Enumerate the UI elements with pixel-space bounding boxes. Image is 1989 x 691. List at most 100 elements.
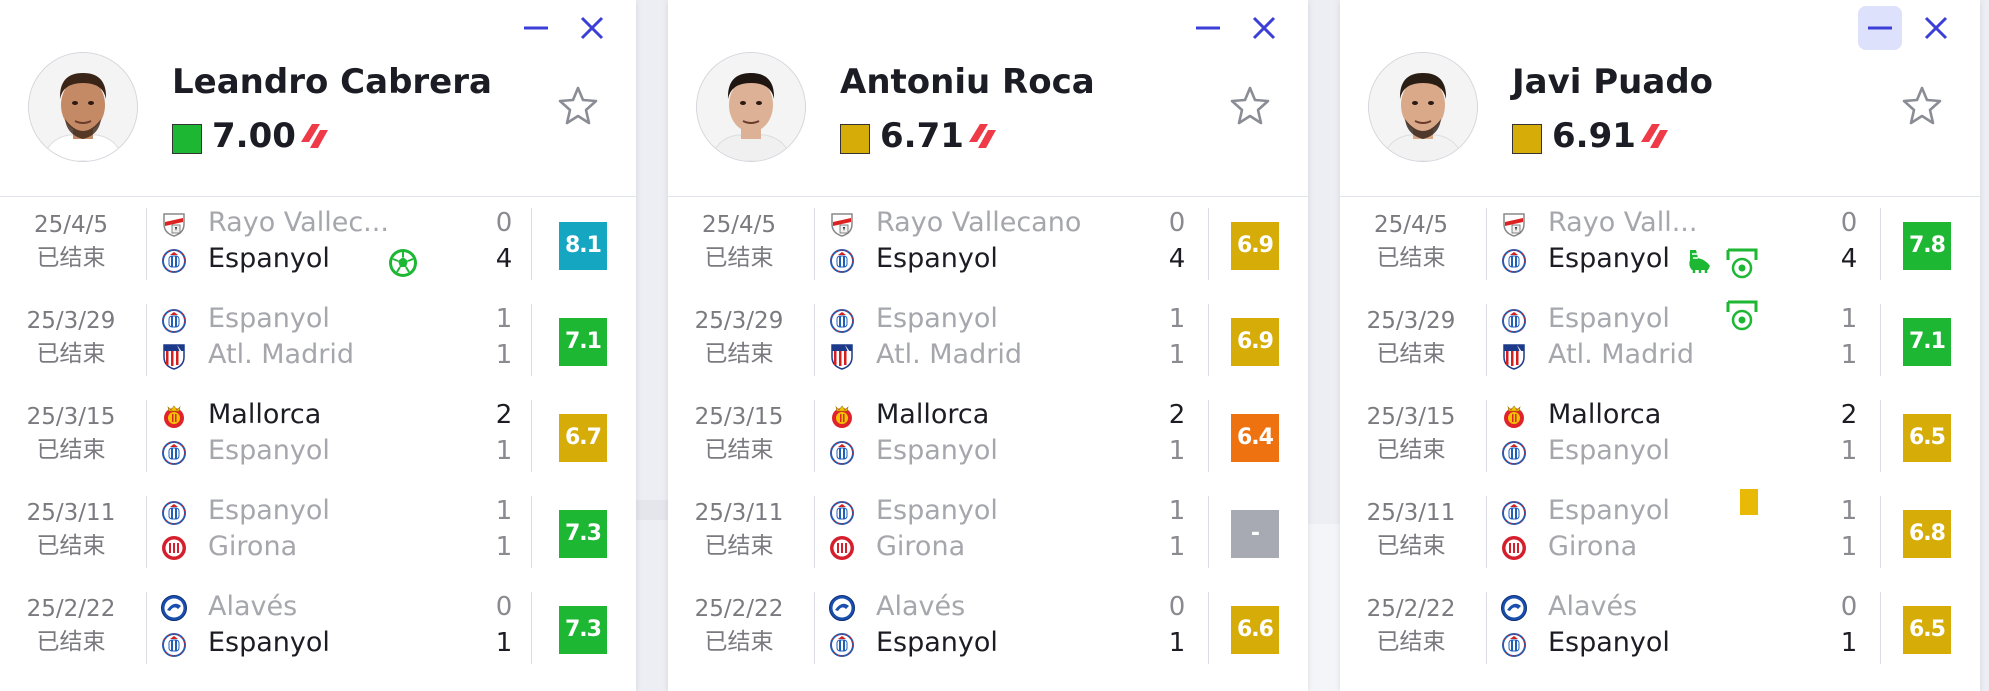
- match-row[interactable]: 25/4/5 已结束 Rayo Vall... Espanyol 0 4 7.8: [1340, 196, 1980, 292]
- favorite-star-icon[interactable]: [1900, 84, 1944, 132]
- close-button[interactable]: [570, 6, 614, 50]
- match-status: 已结束: [36, 629, 106, 655]
- match-row[interactable]: 25/4/5 已结束 Rayo Vallec... Espanyol 0 4 8…: [0, 196, 636, 292]
- favorite-star-icon[interactable]: [1228, 84, 1272, 132]
- match-date-value: 25/3/15: [1366, 404, 1456, 430]
- away-score: 1: [1840, 628, 1858, 658]
- match-row[interactable]: 25/3/15 已结束 Mallorca Espanyol 2 1 6.7: [0, 388, 636, 484]
- home-team-name: Alavés: [876, 591, 966, 622]
- match-rating-badge[interactable]: 7.8: [1903, 222, 1951, 270]
- match-rating-badge[interactable]: 7.1: [1903, 318, 1951, 366]
- match-rating-badge[interactable]: 6.5: [1903, 414, 1951, 462]
- match-row[interactable]: 25/2/22 已结束 Alavés Espanyol 0 1 6.6: [668, 580, 1308, 676]
- player-card: Antoniu Roca 6.71 25/4/5 已结束 Rayo Vallec…: [668, 0, 1308, 691]
- match-rating-badge[interactable]: 7.3: [559, 510, 607, 558]
- home-score: 2: [495, 400, 513, 430]
- match-rating-badge[interactable]: 7.1: [559, 318, 607, 366]
- match-row[interactable]: 25/3/15 已结束 Mallorca Espanyol 2 1 6.5: [1340, 388, 1980, 484]
- away-score: 1: [495, 628, 513, 658]
- home-team: Alavés: [160, 590, 450, 626]
- away-score: 1: [1168, 340, 1186, 370]
- rating-color-swatch: [172, 124, 202, 154]
- away-team: Espanyol: [160, 626, 450, 662]
- home-team: Espanyol: [828, 302, 1118, 338]
- espanyol-crest: [160, 498, 188, 530]
- match-rating-badge[interactable]: -: [1231, 510, 1279, 558]
- match-row[interactable]: 25/3/29 已结束 Espanyol Atl. Madrid 1 1 6.9: [668, 292, 1308, 388]
- match-rating-badge[interactable]: 6.4: [1231, 414, 1279, 462]
- favorite-star-icon[interactable]: [556, 84, 600, 132]
- match-rating-badge[interactable]: 7.3: [559, 606, 607, 654]
- player-name[interactable]: Javi Puado: [1512, 62, 1713, 102]
- close-button[interactable]: [1914, 6, 1958, 50]
- match-date-value: 25/3/11: [694, 500, 784, 526]
- espanyol-crest: [160, 246, 188, 278]
- player-name[interactable]: Leandro Cabrera: [172, 62, 492, 102]
- away-team-name: Espanyol: [1548, 243, 1670, 274]
- yellow-card-icon: [1738, 488, 1760, 520]
- divider: [1880, 592, 1881, 664]
- home-team-name: Espanyol: [876, 303, 998, 334]
- match-row[interactable]: 25/3/29 已结束 Espanyol Atl. Madrid 1 1 7.1: [0, 292, 636, 388]
- minimize-button[interactable]: [1858, 6, 1902, 50]
- match-row[interactable]: 25/3/11 已结束 Espanyol Girona 1 1 6.8: [1340, 484, 1980, 580]
- match-row[interactable]: 25/2/22 已结束 Alavés Espanyol 0 1 6.5: [1340, 580, 1980, 676]
- laliga-icon: [300, 120, 330, 156]
- season-rating: 6.91: [1552, 116, 1636, 156]
- match-date-value: 25/3/15: [26, 404, 116, 430]
- player-name[interactable]: Antoniu Roca: [840, 62, 1095, 102]
- home-score: 0: [495, 592, 513, 622]
- match-row[interactable]: 25/3/11 已结束 Espanyol Girona 1 1 7.3: [0, 484, 636, 580]
- match-date-value: 25/4/5: [1373, 212, 1449, 238]
- away-score: 1: [1840, 340, 1858, 370]
- match-row[interactable]: 25/2/22 已结束 Alavés Espanyol 0 1 7.3: [0, 580, 636, 676]
- match-rating-badge[interactable]: 6.5: [1903, 606, 1951, 654]
- match-rating-badge[interactable]: 6.9: [1231, 318, 1279, 366]
- match-date: 25/3/15 已结束: [1340, 401, 1482, 467]
- match-rating-badge[interactable]: 6.9: [1231, 222, 1279, 270]
- match-rating-badge[interactable]: 6.7: [559, 414, 607, 462]
- divider: [814, 304, 815, 376]
- match-row[interactable]: 25/4/5 已结束 Rayo Vallecano Espanyol 0 4 6…: [668, 196, 1308, 292]
- home-score: 1: [1168, 304, 1186, 334]
- minimize-button[interactable]: [1186, 6, 1230, 50]
- home-team: Mallorca: [828, 398, 1118, 434]
- match-status: 已结束: [36, 437, 106, 463]
- avatar[interactable]: [1368, 52, 1478, 162]
- divider: [1208, 592, 1209, 664]
- match-date: 25/3/15 已结束: [0, 401, 142, 467]
- home-team-name: Mallorca: [208, 399, 322, 430]
- away-team-name: Girona: [1548, 531, 1638, 562]
- match-date: 25/3/15 已结束: [668, 401, 810, 467]
- divider: [531, 496, 532, 568]
- away-team: Atl. Madrid: [160, 338, 450, 374]
- match-row[interactable]: 25/3/15 已结束 Mallorca Espanyol 2 1 6.4: [668, 388, 1308, 484]
- minimize-button[interactable]: [514, 6, 558, 50]
- match-status: 已结束: [704, 533, 774, 559]
- match-date-value: 25/3/15: [694, 404, 784, 430]
- mallorca-crest: [160, 402, 188, 434]
- away-team: Atl. Madrid: [1500, 338, 1790, 374]
- away-team: Espanyol: [828, 626, 1118, 662]
- espanyol-crest: [1500, 306, 1528, 338]
- away-team: Girona: [1500, 530, 1790, 566]
- avatar[interactable]: [696, 52, 806, 162]
- close-button[interactable]: [1242, 6, 1286, 50]
- match-row[interactable]: 25/3/29 已结束 Espanyol Atl. Madrid 1 1 7.1: [1340, 292, 1980, 388]
- divider: [1880, 496, 1881, 568]
- match-status: 已结束: [36, 341, 106, 367]
- match-row[interactable]: 25/3/11 已结束 Espanyol Girona 1 1 -: [668, 484, 1308, 580]
- away-team: Espanyol: [1500, 434, 1790, 470]
- away-score: 4: [1840, 244, 1858, 274]
- mallorca-crest: [1500, 402, 1528, 434]
- home-team: Espanyol: [160, 302, 450, 338]
- match-rating-badge[interactable]: 8.1: [559, 222, 607, 270]
- avatar[interactable]: [28, 52, 138, 162]
- away-team-name: Espanyol: [1548, 627, 1670, 658]
- match-rating-badge[interactable]: 6.8: [1903, 510, 1951, 558]
- match-rating-badge[interactable]: 6.6: [1231, 606, 1279, 654]
- match-date: 25/3/11 已结束: [668, 497, 810, 563]
- background-panel: [636, 500, 668, 520]
- match-date: 25/4/5 已结束: [1340, 209, 1482, 275]
- away-team-name: Espanyol: [876, 627, 998, 658]
